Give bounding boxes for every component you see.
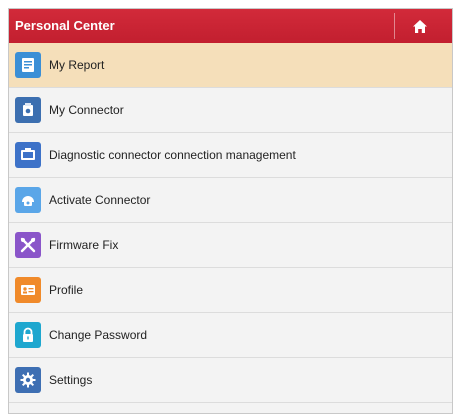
lock-icon — [15, 322, 41, 348]
menu-list: My Report My Connector Diagnostic connec… — [9, 43, 452, 403]
activate-connector-icon — [15, 187, 41, 213]
menu-item-settings[interactable]: Settings — [9, 358, 452, 403]
firmware-fix-icon — [15, 232, 41, 258]
menu-item-label: Activate Connector — [49, 193, 151, 207]
menu-item-label: My Report — [49, 58, 105, 72]
menu-item-my-report[interactable]: My Report — [9, 43, 452, 88]
menu-item-label: Profile — [49, 283, 84, 297]
page-title: Personal Center — [15, 18, 115, 33]
menu-item-activate-connector[interactable]: Activate Connector — [9, 178, 452, 223]
profile-icon — [15, 277, 41, 303]
menu-item-label: Change Password — [49, 328, 148, 342]
menu-item-label: Firmware Fix — [49, 238, 119, 252]
connector-icon — [15, 97, 41, 123]
home-icon — [412, 19, 427, 33]
menu-item-label: Settings — [49, 373, 93, 387]
menu-item-label: Diagnostic connector connection manageme… — [49, 148, 296, 162]
menu-item-my-connector[interactable]: My Connector — [9, 88, 452, 133]
menu-item-firmware-fix[interactable]: Firmware Fix — [9, 223, 452, 268]
menu-item-connection-management[interactable]: Diagnostic connector connection manageme… — [9, 133, 452, 178]
home-button[interactable] — [394, 13, 444, 39]
personal-center-window: Personal Center My Report My Connector D… — [8, 8, 453, 414]
menu-item-profile[interactable]: Profile — [9, 268, 452, 313]
header-bar: Personal Center — [9, 9, 452, 43]
gear-icon — [15, 367, 41, 393]
report-icon — [15, 52, 41, 78]
connection-management-icon — [15, 142, 41, 168]
menu-item-change-password[interactable]: Change Password — [9, 313, 452, 358]
menu-item-label: My Connector — [49, 103, 124, 117]
